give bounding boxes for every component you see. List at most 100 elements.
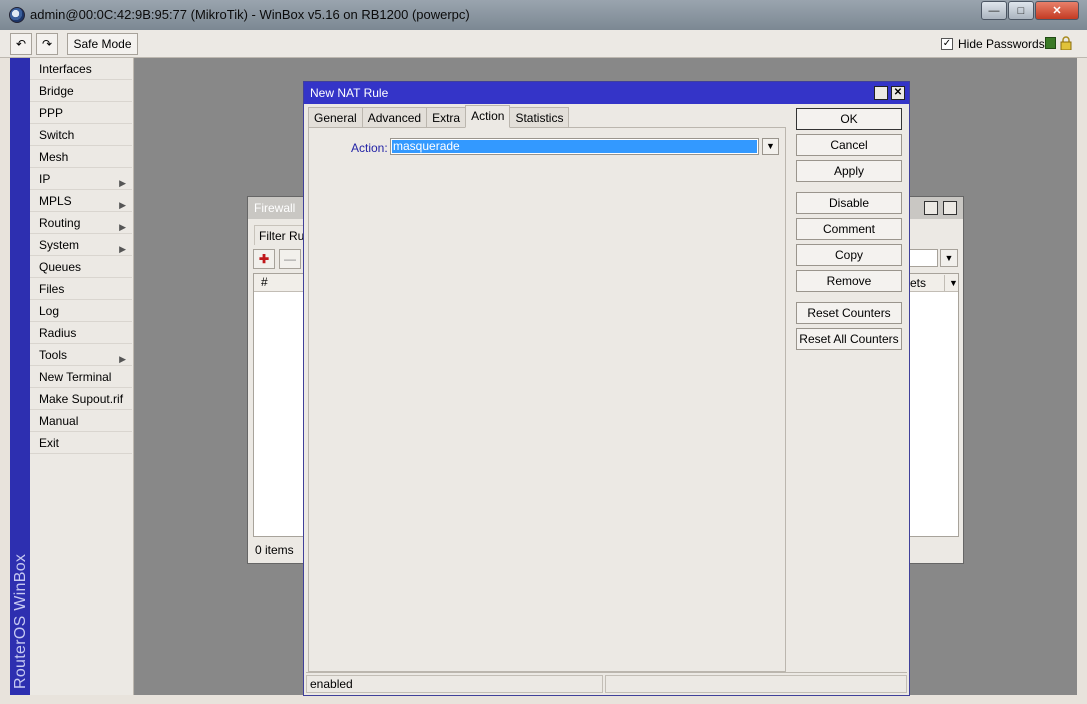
sidebar-item-exit[interactable]: Exit (30, 432, 132, 454)
ok-button[interactable]: OK (796, 108, 902, 130)
minus-icon: — (284, 252, 296, 266)
sidebar-item-files[interactable]: Files (30, 278, 132, 300)
tab-general[interactable]: General (308, 107, 363, 128)
status-cell-empty (605, 675, 907, 693)
new-nat-rule-dialog[interactable]: New NAT Rule ✕ General Advanced Extra Ac… (303, 81, 910, 696)
brand-label: RouterOS WinBox (12, 553, 29, 689)
reset-counters-button[interactable]: Reset Counters (796, 302, 902, 324)
hide-passwords-toggle[interactable]: ✓ Hide Passwords (941, 37, 1045, 51)
sidebar-item-manual[interactable]: Manual (30, 410, 132, 432)
action-select[interactable]: masquerade (390, 138, 759, 155)
dialog-title-bar: New NAT Rule (304, 82, 909, 104)
sidebar-item-tools[interactable]: Tools ▶ (30, 344, 132, 366)
sidebar-item-label: Switch (39, 128, 75, 142)
chevron-down-icon: ▼ (766, 141, 775, 151)
dialog-tabs: General Advanced Extra Action Statistics (308, 105, 570, 128)
sidebar-item-make-supout[interactable]: Make Supout.rif (30, 388, 132, 410)
comment-button[interactable]: Comment (796, 218, 902, 240)
rule-status: enabled (306, 675, 603, 693)
sidebar-item-mesh[interactable]: Mesh (30, 146, 132, 168)
frame-right (1077, 58, 1087, 704)
sidebar-item-label: New Terminal (39, 370, 112, 384)
dialog-close-button[interactable]: ✕ (891, 86, 905, 100)
remove-rule-button[interactable]: — (279, 249, 301, 269)
sidebar-item-label: Interfaces (39, 62, 92, 76)
action-dropdown-button[interactable]: ▼ (762, 138, 779, 155)
sidebar-item-interfaces[interactable]: Interfaces (30, 58, 132, 80)
cancel-button[interactable]: Cancel (796, 134, 902, 156)
sidebar-item-label: Queues (39, 260, 82, 274)
column-number-header: # (261, 275, 268, 289)
column-menu-icon[interactable]: ▼ (944, 275, 958, 292)
sidebar-item-routing[interactable]: Routing ▶ (30, 212, 132, 234)
minimize-button[interactable]: — (981, 1, 1007, 20)
brand-bar: RouterOS WinBox (10, 58, 30, 695)
sidebar-item-ip[interactable]: IP ▶ (30, 168, 132, 190)
sidebar-item-label: Routing (39, 216, 81, 230)
sidebar-menu: Interfaces Bridge PPP Switch Mesh IP ▶ MP… (30, 58, 134, 695)
sidebar-item-bridge[interactable]: Bridge (30, 80, 132, 102)
winbox-app-icon (9, 7, 25, 23)
firewall-maximize-button[interactable] (924, 201, 938, 215)
firewall-close-button[interactable] (943, 201, 957, 215)
hide-passwords-label: Hide Passwords (958, 37, 1045, 51)
sidebar-item-label: System (39, 238, 80, 252)
sidebar-item-queues[interactable]: Queues (30, 256, 132, 278)
apply-button[interactable]: Apply (796, 160, 902, 182)
sidebar-item-label: Mesh (39, 150, 69, 164)
action-label: Action: (351, 141, 388, 155)
sidebar-item-label: Exit (39, 436, 60, 450)
sidebar-item-ppp[interactable]: PPP (30, 102, 132, 124)
remove-button[interactable]: Remove (796, 270, 902, 292)
disable-button[interactable]: Disable (796, 192, 902, 214)
dialog-title: New NAT Rule (310, 86, 389, 100)
lock-icon (1060, 36, 1072, 50)
sidebar-item-system[interactable]: System ▶ (30, 234, 132, 256)
chevron-down-icon: ▼ (944, 253, 954, 263)
undo-button[interactable]: ↶ (10, 33, 32, 55)
undo-icon: ↶ (15, 37, 27, 51)
sidebar-item-label: IP (39, 172, 51, 186)
tab-statistics[interactable]: Statistics (509, 107, 570, 128)
tab-action[interactable]: Action (465, 105, 511, 128)
copy-button[interactable]: Copy (796, 244, 902, 266)
action-tab-panel: Action: masquerade ▼ (308, 127, 786, 672)
frame-bottom (0, 695, 1087, 704)
frame-left (0, 58, 10, 704)
sidebar-item-switch[interactable]: Switch (30, 124, 132, 146)
sidebar-item-label: Bridge (39, 84, 74, 98)
sidebar-item-log[interactable]: Log (30, 300, 132, 322)
sidebar-item-label: PPP (39, 106, 64, 120)
redo-button[interactable]: ↷ (36, 33, 58, 55)
sidebar-item-new-terminal[interactable]: New Terminal (30, 366, 132, 388)
action-select-value: masquerade (392, 140, 757, 153)
firewall-filter-dropdown[interactable]: ▼ (940, 249, 958, 267)
tab-extra[interactable]: Extra (426, 107, 467, 128)
sidebar-item-label: Tools (39, 348, 68, 362)
sidebar-item-label: Manual (39, 414, 79, 428)
reset-all-counters-button[interactable]: Reset All Counters (796, 328, 902, 350)
redo-icon: ↷ (41, 37, 53, 51)
close-button[interactable]: ✕ (1035, 1, 1079, 20)
dialog-status-bar: enabled (306, 672, 907, 694)
sidebar-item-mpls[interactable]: MPLS ▶ (30, 190, 132, 212)
add-rule-button[interactable]: ✚ (253, 249, 275, 269)
plus-icon: ✚ (258, 252, 270, 266)
sidebar-item-label: Log (39, 304, 60, 318)
sidebar-item-label: Files (39, 282, 65, 296)
dialog-maximize-button[interactable] (874, 86, 888, 100)
firewall-filter-field[interactable] (908, 249, 938, 267)
maximize-button[interactable]: □ (1008, 1, 1034, 20)
safe-mode-button[interactable]: Safe Mode (67, 33, 138, 55)
tab-advanced[interactable]: Advanced (361, 107, 428, 128)
hide-passwords-checkbox[interactable]: ✓ (941, 38, 953, 50)
sidebar-item-radius[interactable]: Radius (30, 322, 132, 344)
window-title: admin@00:0C:42:9B:95:77 (MikroTik) - Win… (30, 7, 470, 22)
main-toolbar: ↶ ↷ Safe Mode ✓ Hide Passwords (0, 30, 1087, 58)
firewall-item-count: 0 items (255, 543, 294, 557)
column-packets-header: ets (910, 276, 927, 290)
sidebar-item-label: Make Supout.rif (39, 392, 124, 406)
connection-status-icon (1045, 37, 1056, 49)
sidebar-item-label: Radius (39, 326, 77, 340)
window-title-bar: admin@00:0C:42:9B:95:77 (MikroTik) - Win… (0, 0, 1087, 30)
